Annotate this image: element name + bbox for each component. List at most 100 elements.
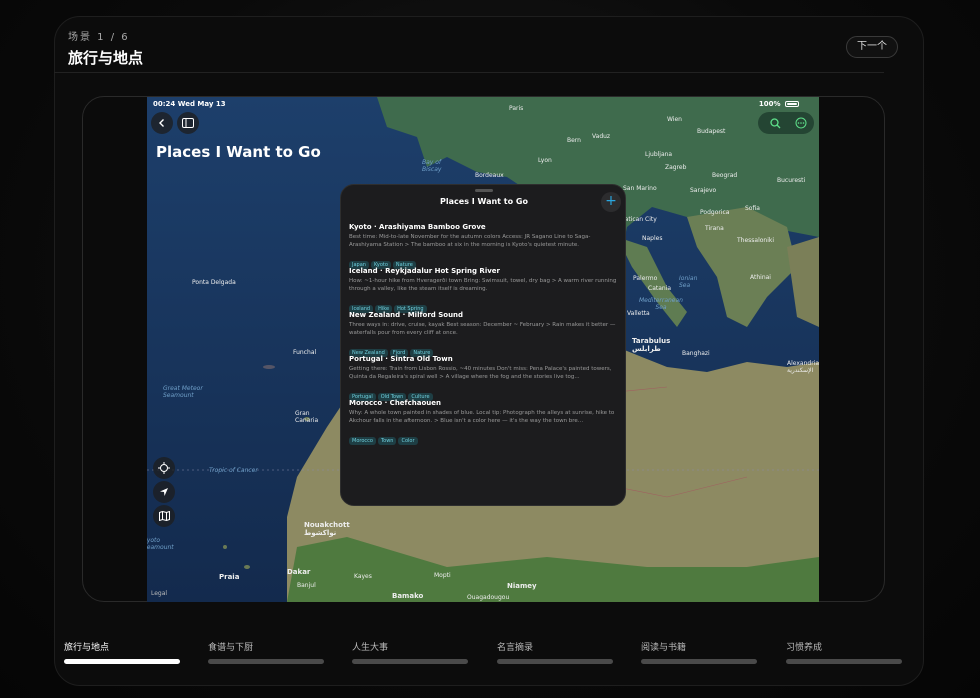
sidebar-icon bbox=[182, 118, 194, 128]
tab-reading[interactable]: 阅读与书籍 bbox=[641, 640, 757, 664]
locate-button[interactable] bbox=[153, 457, 175, 479]
map-label: Kayes bbox=[354, 573, 372, 580]
sidebar-toggle-button[interactable] bbox=[177, 112, 199, 134]
place-title: Kyoto · Arashiyama Bamboo Grove bbox=[349, 223, 486, 231]
background: 场景 1 / 6 旅行与地点 下一个 00:24 Wed May 13 100%… bbox=[0, 0, 980, 698]
sheet-grabber[interactable] bbox=[475, 189, 493, 192]
map-label: Lyon bbox=[538, 157, 552, 164]
battery-icon bbox=[785, 101, 799, 107]
tab-label: 食谱与下厨 bbox=[208, 643, 254, 653]
map-label: Tirana bbox=[705, 225, 724, 232]
map-label: Great Meteor Seamount bbox=[163, 385, 203, 399]
tab-label: 名言摘录 bbox=[497, 643, 534, 653]
crosshair-icon bbox=[158, 462, 170, 474]
tab-progress-bar bbox=[208, 659, 324, 664]
more-button[interactable] bbox=[790, 112, 812, 134]
map-label: Banjul bbox=[297, 582, 316, 589]
map-label: Bamako bbox=[392, 592, 424, 600]
map-label: Wien bbox=[667, 116, 682, 123]
place-item[interactable]: Morocco · Chefchaouen Why: A whole town … bbox=[349, 399, 619, 446]
sheet-title: Places I Want to Go bbox=[440, 197, 528, 206]
map-label: Bay of Biscay bbox=[422, 159, 442, 173]
map-label: Podgorica bbox=[700, 209, 730, 216]
chevron-left-icon bbox=[159, 119, 164, 127]
tag[interactable]: Town bbox=[377, 437, 397, 445]
map-label: Catania bbox=[648, 285, 672, 292]
place-item[interactable]: Kyoto · Arashiyama Bamboo Grove Best tim… bbox=[349, 223, 619, 270]
map-mode-button[interactable] bbox=[153, 505, 175, 527]
map-label: Alexandria الإسكندرية bbox=[787, 360, 819, 374]
battery-percent: 100% bbox=[758, 100, 781, 108]
tab-milestones[interactable]: 人生大事 bbox=[352, 640, 468, 664]
map-label: Budapest bbox=[697, 128, 726, 135]
add-place-button[interactable]: + bbox=[601, 192, 621, 212]
page-title: Places I Want to Go bbox=[156, 143, 321, 161]
map-label: Vaduz bbox=[592, 133, 611, 140]
place-tags: Morocco Town Color bbox=[349, 427, 619, 446]
place-description: How: ~1-hour hike from Hveragerði town B… bbox=[349, 278, 617, 292]
map-label: Ouagadougou bbox=[467, 594, 510, 601]
map-label: Ponta Delgada bbox=[192, 279, 236, 286]
places-sheet: Places I Want to Go + Kyoto · Arashiyama… bbox=[340, 184, 626, 506]
map-icon bbox=[158, 511, 170, 521]
map-label: Dakar bbox=[287, 568, 311, 576]
place-item[interactable]: Iceland · Reykjadalur Hot Spring River H… bbox=[349, 267, 619, 314]
place-description: Getting there: Train from Lisbon Rossio,… bbox=[349, 366, 612, 380]
place-description: Why: A whole town painted in shades of b… bbox=[349, 410, 615, 424]
status-right: 100% bbox=[759, 100, 799, 108]
map-label: San Marino bbox=[623, 185, 657, 192]
map-label: Thessaloniki bbox=[737, 237, 775, 244]
map-label: Nouakchott نواكشوط bbox=[304, 521, 350, 537]
map-label: Paris bbox=[509, 105, 524, 112]
legal-link[interactable]: Legal bbox=[151, 590, 167, 597]
map-label: Ionian Sea bbox=[679, 275, 698, 289]
map-label: Niamey bbox=[507, 582, 537, 590]
map-label: Praia bbox=[219, 573, 240, 581]
map-label: Valletta bbox=[627, 310, 650, 317]
map-label: Sofia bbox=[745, 205, 760, 212]
map-label: Ljubljana bbox=[645, 151, 673, 158]
tablet-screen: 00:24 Wed May 13 100% Places I Want to G… bbox=[147, 97, 819, 602]
tab-progress-bar bbox=[497, 659, 613, 664]
search-button[interactable] bbox=[764, 112, 786, 134]
tab-progress-bar bbox=[786, 659, 902, 664]
tab-label: 人生大事 bbox=[352, 643, 389, 653]
header: 场景 1 / 6 旅行与地点 bbox=[68, 28, 143, 68]
search-icon bbox=[769, 117, 780, 128]
navigate-button[interactable] bbox=[153, 481, 175, 503]
status-time: 00:24 Wed May 13 bbox=[153, 100, 226, 108]
map-label: Tropic of Cancer bbox=[209, 467, 258, 474]
tab-progress-bar bbox=[64, 659, 180, 664]
tab-label: 阅读与书籍 bbox=[641, 643, 687, 653]
place-item[interactable]: Portugal · Sintra Old Town Getting there… bbox=[349, 355, 619, 402]
map-label: Palermo bbox=[633, 275, 658, 282]
tag[interactable]: Morocco bbox=[349, 437, 376, 445]
location-arrow-icon bbox=[160, 488, 168, 496]
map-label: Funchal bbox=[293, 349, 317, 356]
place-item[interactable]: New Zealand · Milford Sound Three ways i… bbox=[349, 311, 619, 358]
map-label: Gran Canaria bbox=[295, 410, 319, 424]
map-label: Athinai bbox=[750, 274, 771, 281]
tab-quotes[interactable]: 名言摘录 bbox=[497, 640, 613, 664]
tab-recipes[interactable]: 食谱与下厨 bbox=[208, 640, 324, 664]
scene-title: 旅行与地点 bbox=[68, 49, 144, 67]
next-button[interactable]: 下一个 bbox=[846, 36, 898, 58]
map-label: Bordeaux bbox=[475, 172, 504, 179]
tag[interactable]: Color bbox=[398, 437, 418, 445]
map-label: Zagreb bbox=[665, 164, 687, 171]
tab-label: 习惯养成 bbox=[786, 643, 823, 653]
map-label: Naples bbox=[642, 235, 663, 242]
tab-label: 旅行与地点 bbox=[64, 643, 110, 653]
back-button[interactable] bbox=[151, 112, 173, 134]
map-label: Bucuresti bbox=[777, 177, 806, 184]
scene-tabs: 旅行与地点 食谱与下厨 人生大事 名言摘录 阅读与书籍 习惯养成 bbox=[64, 640, 904, 670]
place-title: Portugal · Sintra Old Town bbox=[349, 355, 453, 363]
map-label: Beograd bbox=[712, 172, 738, 179]
map-label: Banghazi bbox=[682, 350, 710, 357]
place-title: Morocco · Chefchaouen bbox=[349, 399, 441, 407]
place-description: Three ways in: drive, cruise, kayak Best… bbox=[349, 322, 616, 336]
map-label: Vatican City bbox=[621, 216, 657, 223]
tab-habits[interactable]: 习惯养成 bbox=[786, 640, 902, 664]
map-label: Bern bbox=[567, 137, 581, 144]
tab-travel[interactable]: 旅行与地点 bbox=[64, 640, 180, 664]
